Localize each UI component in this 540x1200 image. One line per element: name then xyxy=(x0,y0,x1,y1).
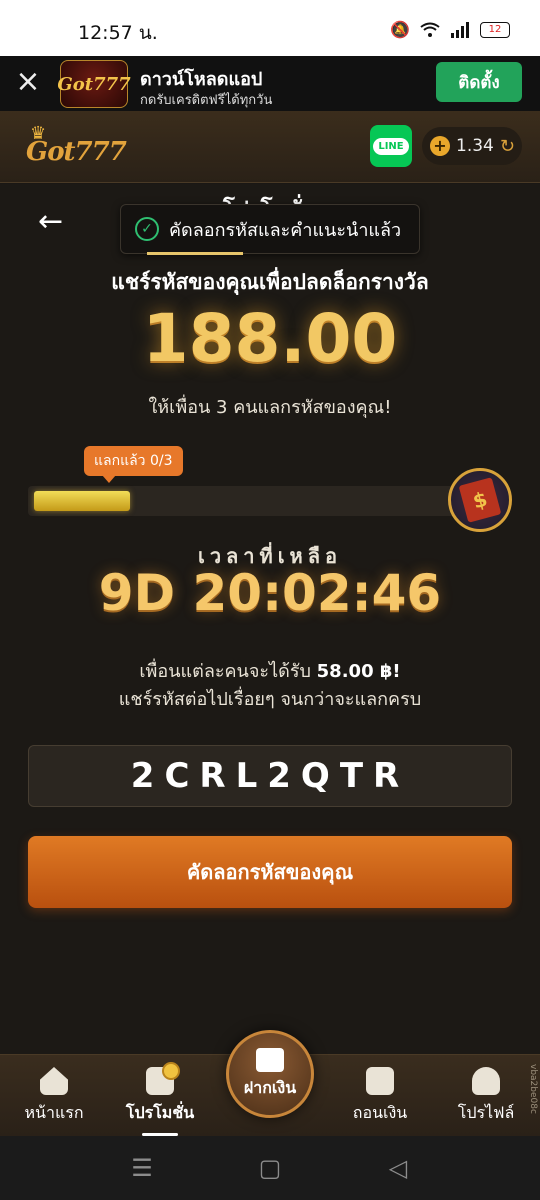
nav-home[interactable]: หน้าแรก xyxy=(4,1067,104,1126)
plus-coin-icon[interactable]: + xyxy=(430,136,450,156)
nav-profile[interactable]: โปรไฟล์ xyxy=(436,1067,536,1126)
progress-fill xyxy=(34,491,130,511)
balance-pill[interactable]: + 1.34 ↻ xyxy=(422,127,522,165)
reward-amount: 188.00 xyxy=(142,300,398,377)
signal-icon xyxy=(451,21,469,38)
status-time: 12:57 น. xyxy=(78,22,158,44)
coin-badge-icon xyxy=(162,1062,180,1080)
mute-icon: 🔕 xyxy=(390,20,410,39)
status-bar: 12:57 น. 🔕 12 xyxy=(0,0,540,56)
progress-track xyxy=(28,486,478,516)
invite-text: ให้เพื่อน 3 คนแลกรหัสของคุณ! xyxy=(148,397,392,418)
watermark-text: vba2be08c xyxy=(528,1064,538,1114)
app-logo: Got777 xyxy=(57,60,131,108)
copy-code-button[interactable]: คัดลอกรหัสของคุณ xyxy=(28,836,512,908)
check-circle-icon: ✓ xyxy=(135,217,159,241)
friend-reward-text: เพื่อนแต่ละคนจะได้รับ 58.00 ฿! xyxy=(139,661,401,682)
back-arrow-icon[interactable]: ← xyxy=(38,204,63,239)
toast-progress xyxy=(147,252,243,255)
deposit-button[interactable]: ฝากเงิน xyxy=(226,1030,314,1118)
back-icon[interactable]: ◁ xyxy=(378,1154,418,1182)
install-button[interactable]: ติดตั้ง xyxy=(436,62,522,102)
toast-message: คัดลอกรหัสและคำแนะนำแล้ว xyxy=(169,219,402,241)
battery-icon: 12 xyxy=(480,21,510,38)
profile-icon xyxy=(472,1067,500,1095)
wifi-icon xyxy=(420,22,440,37)
balance-value: 1.34 xyxy=(456,136,494,156)
share-heading: แชร์รหัสของคุณเพื่อปลดล็อกรางวัล xyxy=(111,270,429,294)
home-button-icon[interactable]: ▢ xyxy=(250,1154,290,1182)
deposit-icon xyxy=(256,1047,284,1072)
nav-withdraw[interactable]: ถอนเงิน xyxy=(330,1067,430,1126)
line-button[interactable]: LINE xyxy=(370,125,412,167)
home-icon xyxy=(40,1067,68,1095)
close-icon[interactable]: × xyxy=(14,66,42,98)
status-icons: 🔕 12 xyxy=(390,20,510,39)
copied-toast: ✓ คัดลอกรหัสและคำแนะนำแล้ว xyxy=(120,204,420,255)
continue-sharing-text: แชร์รหัสต่อไปเรื่อยๆ จนกว่าจะแลกครบ xyxy=(118,689,422,710)
promotion-panel: โปรโมชั่น ← ✓ คัดลอกรหัสและคำแนะนำแล้ว แ… xyxy=(0,184,540,1054)
banner-subtitle: กดรับเครดิตฟรีได้ทุกวัน xyxy=(140,93,273,108)
referral-code[interactable]: 2CRL2QTR xyxy=(28,745,512,807)
refresh-icon[interactable]: ↻ xyxy=(500,136,515,157)
download-banner: × Got777 ดาวน์โหลดแอป กดรับเครดิตฟรีได้ท… xyxy=(0,56,540,111)
prize-icon: $ xyxy=(448,468,512,532)
nav-promotion[interactable]: โปรโมชั่น xyxy=(110,1067,210,1126)
countdown-timer: 9D 20:02:46 xyxy=(98,564,442,622)
app-header: ♛ Got777 LINE + 1.34 ↻ xyxy=(0,111,540,183)
progress-badge: แลกแล้ว 0/3 xyxy=(84,446,183,483)
brand-logo[interactable]: ♛ Got777 xyxy=(26,123,127,171)
wallet-icon xyxy=(366,1067,394,1095)
recents-icon[interactable]: ☰ xyxy=(122,1154,162,1182)
system-nav-bar: ☰ ▢ ◁ xyxy=(0,1136,540,1200)
